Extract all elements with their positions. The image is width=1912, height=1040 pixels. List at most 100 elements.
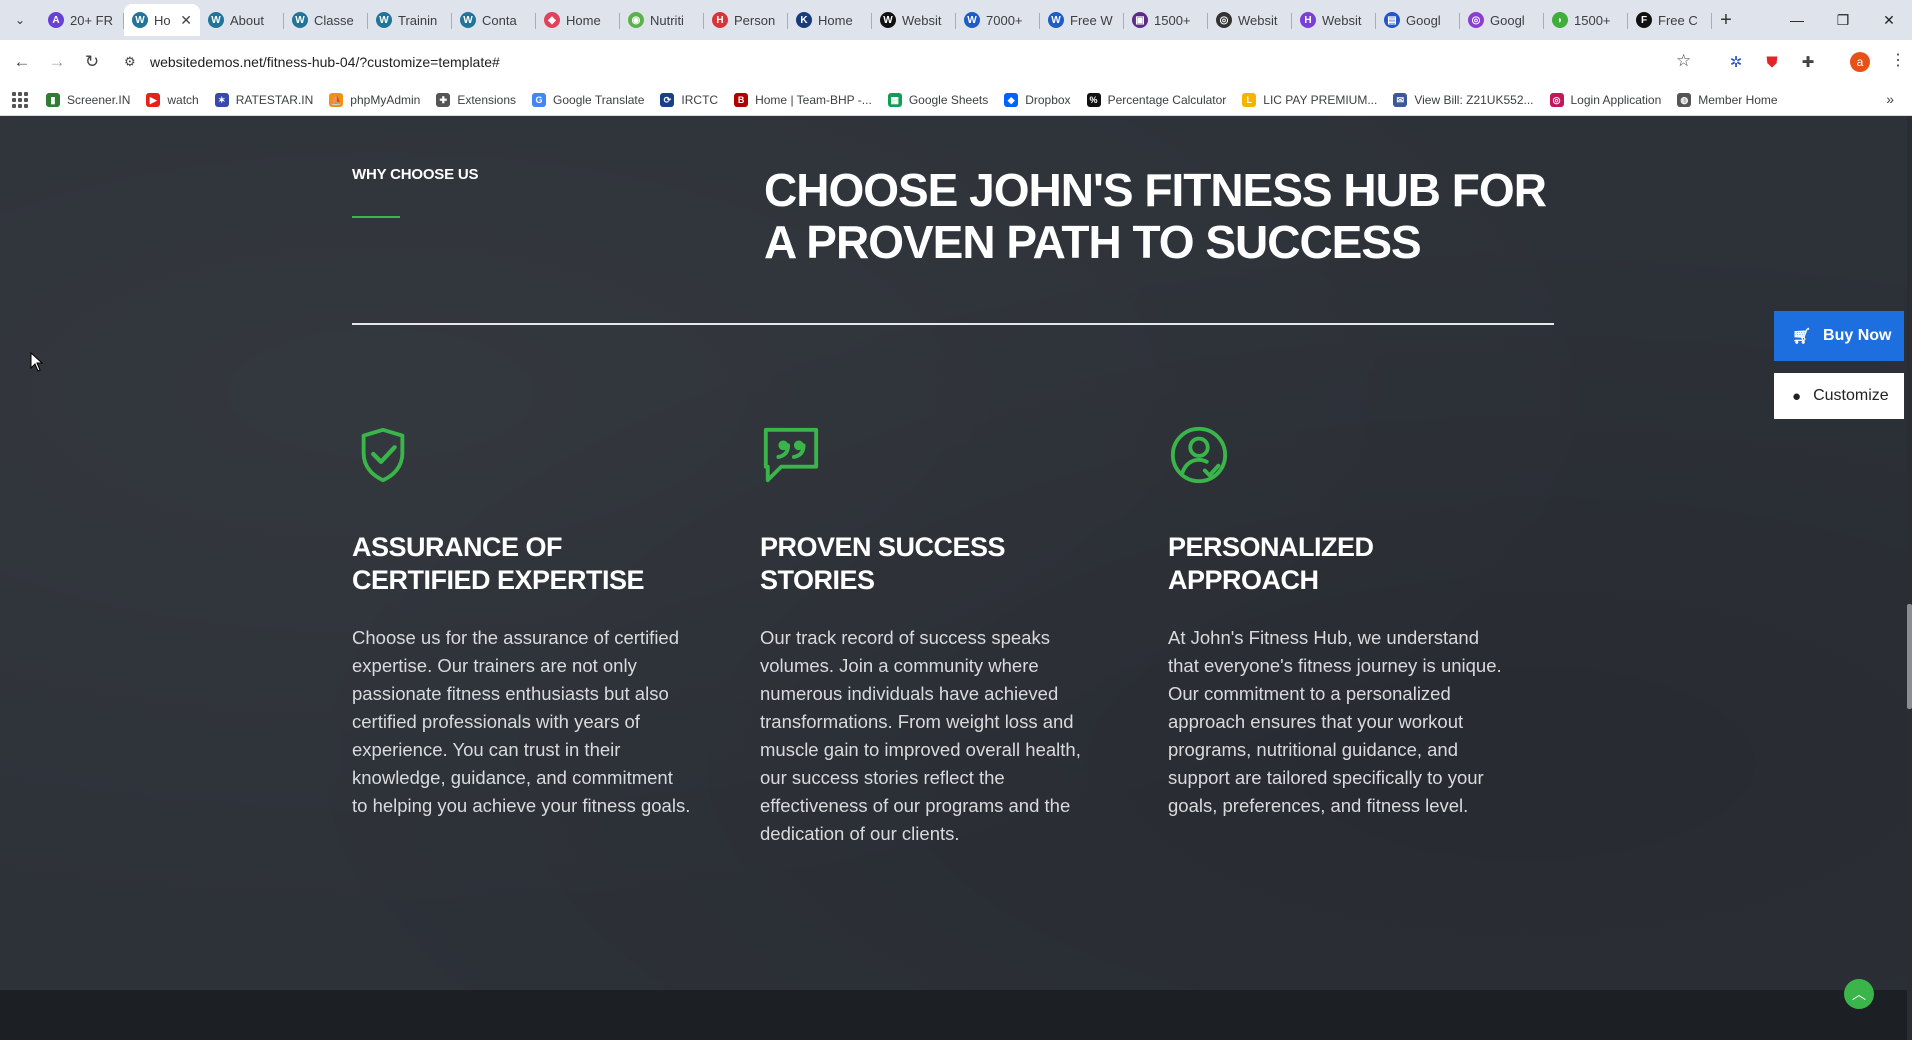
- window-controls: — ❐ ✕: [1774, 0, 1912, 40]
- browser-tab[interactable]: ◎ Websit: [1208, 4, 1292, 36]
- tab-title: Websit: [1322, 12, 1362, 28]
- tab-strip: A 20+ FR W Ho ✕ W About W Classe W Trainin W Conta ◆ H…: [40, 4, 1740, 40]
- bookmark-item[interactable]: ✶ RATESTAR.IN: [214, 84, 314, 116]
- feature-card-personalized: PERSONALIZED APPROACH At John's Fitness …: [1168, 424, 1508, 820]
- eyebrow-underline: [352, 216, 400, 218]
- browser-tab[interactable]: A 20+ FR: [40, 4, 124, 36]
- buy-now-button[interactable]: 🛒︎ Buy Now: [1774, 311, 1904, 361]
- browser-tab[interactable]: H Person: [704, 4, 788, 36]
- page-content: WHY CHOOSE US CHOOSE JOHN'S FITNESS HUB …: [0, 116, 1907, 1040]
- bar-chart-icon: ▮: [46, 93, 60, 107]
- bookmark-item[interactable]: B Home | Team-BHP -...: [734, 84, 872, 116]
- bookmark-item[interactable]: ✉ View Bill: Z21UK552...: [1393, 84, 1534, 116]
- section-eyebrow: WHY CHOOSE US: [352, 166, 479, 183]
- address-bar[interactable]: ⚙ websitedemos.net/fitness-hub-04/?custo…: [124, 46, 1684, 78]
- scroll-to-top-button[interactable]: ︿: [1844, 979, 1874, 1009]
- chevron-up-icon: ︿: [1852, 986, 1866, 1002]
- browser-tab[interactable]: W Classe: [284, 4, 368, 36]
- browser-tab[interactable]: K Home: [788, 4, 872, 36]
- tab-title: Trainin: [398, 12, 438, 28]
- browser-tab[interactable]: H Websit: [1292, 4, 1376, 36]
- customize-button[interactable]: ● Customize: [1774, 373, 1904, 419]
- teambhp-icon: B: [734, 93, 749, 107]
- ratestar-icon: ✶: [214, 93, 229, 107]
- extension-icon[interactable]: ✲: [1726, 52, 1746, 72]
- browser-tab[interactable]: ▤ Googl: [1376, 4, 1460, 36]
- browser-tab[interactable]: W Conta: [452, 4, 536, 36]
- bookmark-label: watch: [167, 93, 199, 107]
- bookmark-item[interactable]: L LIC PAY PREMIUM...: [1242, 84, 1377, 116]
- translate-icon: G: [532, 93, 547, 107]
- bookmark-item[interactable]: ◎ Login Application: [1549, 84, 1661, 116]
- tab-favicon-icon: ◆: [544, 12, 560, 28]
- bookmark-label: phpMyAdmin: [350, 93, 421, 107]
- tab-favicon-icon: F: [1636, 12, 1652, 28]
- tab-title: Googl: [1406, 12, 1441, 28]
- browser-tab[interactable]: W Trainin: [368, 4, 452, 36]
- tab-favicon-icon: ◉: [628, 12, 644, 28]
- bookmark-label: RATESTAR.IN: [235, 93, 314, 107]
- browser-tab[interactable]: W Ho ✕: [124, 4, 200, 36]
- shield-extension-icon[interactable]: ⛊: [1762, 52, 1782, 72]
- tab-title: About: [230, 12, 264, 28]
- extensions-puzzle-icon[interactable]: ✚: [1798, 52, 1818, 72]
- minimize-button[interactable]: —: [1774, 0, 1820, 40]
- bookmark-item[interactable]: ▶ watch: [146, 84, 199, 116]
- apps-grid-icon[interactable]: [12, 92, 28, 108]
- tab-favicon-icon: W: [292, 12, 308, 28]
- bookmark-item[interactable]: ◆ Dropbox: [1004, 84, 1071, 116]
- forward-button[interactable]: →: [45, 50, 69, 74]
- site-info-icon[interactable]: ⚙: [124, 54, 140, 70]
- tab-title: Googl: [1490, 12, 1525, 28]
- bookmark-label: Dropbox: [1025, 93, 1071, 107]
- bookmark-item[interactable]: % Percentage Calculator: [1086, 84, 1226, 116]
- browser-tab[interactable]: W About: [200, 4, 284, 36]
- browser-menu-icon[interactable]: ⋮: [1890, 50, 1906, 70]
- browser-tab[interactable]: W Free W: [1040, 4, 1124, 36]
- browser-tab[interactable]: ◗ 1500+: [1544, 4, 1628, 36]
- browser-tab[interactable]: ◆ Home: [536, 4, 620, 36]
- palette-icon: ●: [1792, 387, 1802, 405]
- more-bookmarks-icon[interactable]: »: [1886, 91, 1894, 107]
- page-scrollbar[interactable]: [1907, 116, 1912, 1040]
- close-tab-icon[interactable]: ✕: [180, 12, 192, 29]
- tab-title: Classe: [314, 12, 354, 28]
- bookmark-star-icon[interactable]: ☆: [1676, 51, 1691, 71]
- browser-tab[interactable]: ◎ Googl: [1460, 4, 1544, 36]
- tab-search-button[interactable]: ⌄: [8, 8, 32, 32]
- tab-favicon-icon: W: [1048, 12, 1064, 28]
- bookmark-item[interactable]: ◍ Member Home: [1677, 84, 1778, 116]
- browser-tab[interactable]: W Websit: [872, 4, 956, 36]
- feature-title: ASSURANCE OF CERTIFIED EXPERTISE: [352, 532, 645, 595]
- restore-button[interactable]: ❐: [1820, 0, 1866, 40]
- tab-favicon-icon: W: [376, 12, 392, 28]
- browser-toolbar: ← → ↻ ⚙ websitedemos.net/fitness-hub-04/…: [0, 40, 1912, 84]
- bookmark-label: IRCTC: [681, 93, 719, 107]
- bookmark-item[interactable]: ⛵ phpMyAdmin: [329, 84, 420, 116]
- tab-favicon-icon: K: [796, 12, 812, 28]
- tab-favicon-icon: W: [132, 12, 148, 28]
- back-button[interactable]: ←: [10, 50, 34, 74]
- tab-title: Free W: [1070, 12, 1113, 28]
- user-check-icon: [1170, 426, 1228, 484]
- browser-tab[interactable]: F Free C: [1628, 4, 1712, 36]
- bookmark-list: ▮ Screener.IN ▶ watch ✶ RATESTAR.IN ⛵ phpMyAdmi…: [46, 84, 1794, 116]
- bookmark-item[interactable]: ✚ Extensions: [436, 84, 516, 116]
- profile-avatar[interactable]: a: [1850, 52, 1870, 72]
- tab-favicon-icon: A: [48, 12, 64, 28]
- youtube-icon: ▶: [146, 93, 161, 107]
- footer-band: [0, 990, 1907, 1040]
- feature-description: Choose us for the assurance of certified…: [352, 627, 691, 816]
- new-tab-button[interactable]: +: [1712, 4, 1740, 36]
- browser-tab[interactable]: ◉ Nutriti: [620, 4, 704, 36]
- browser-tab[interactable]: W 7000+: [956, 4, 1040, 36]
- bookmark-item[interactable]: ⟳ IRCTC: [660, 84, 718, 116]
- reload-button[interactable]: ↻: [80, 50, 104, 74]
- scrollbar-thumb[interactable]: [1907, 604, 1912, 709]
- bookmark-item[interactable]: ▮ Screener.IN: [46, 84, 130, 116]
- browser-tab[interactable]: ▣ 1500+: [1124, 4, 1208, 36]
- tab-title: 1500+: [1574, 12, 1611, 28]
- close-window-button[interactable]: ✕: [1866, 0, 1912, 40]
- bookmark-item[interactable]: ▦ Google Sheets: [887, 84, 988, 116]
- bookmark-item[interactable]: G Google Translate: [532, 84, 644, 116]
